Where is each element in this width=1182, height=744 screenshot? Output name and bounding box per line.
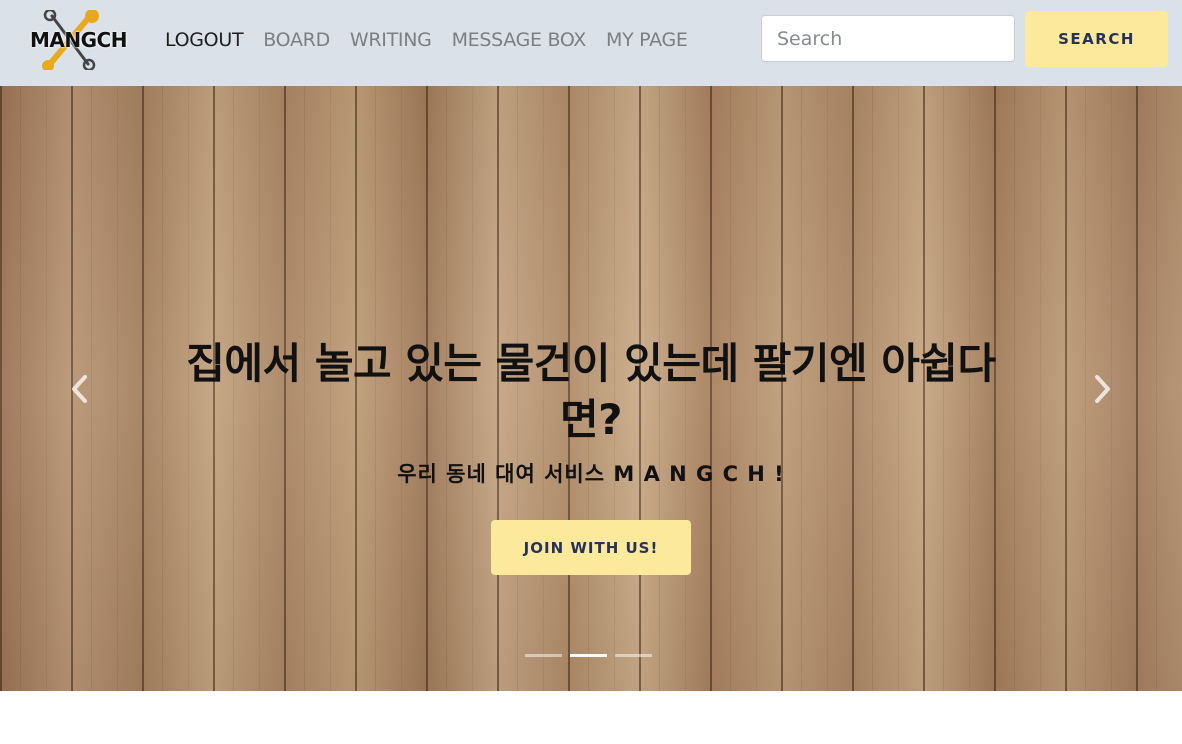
join-button[interactable]: JOIN WITH US!	[491, 520, 691, 575]
navbar: MANGCH LOGOUT BOARD WRITING MESSAGE BOX …	[0, 0, 1182, 86]
hero-subheadline: 우리 동네 대여 서비스 M A N G C H !	[397, 462, 785, 486]
chevron-left-icon	[72, 374, 87, 403]
carousel-prev-button[interactable]	[0, 86, 160, 691]
carousel-indicator-1[interactable]	[525, 654, 562, 657]
nav-link-board[interactable]: BOARD	[263, 28, 330, 52]
main-nav: LOGOUT BOARD WRITING MESSAGE BOX MY PAGE	[165, 28, 688, 52]
search-button[interactable]: SEARCH	[1025, 11, 1168, 67]
carousel-indicator-2[interactable]	[570, 654, 607, 657]
nav-link-my-page[interactable]: MY PAGE	[606, 28, 688, 52]
logo-text: MANGCH	[30, 28, 127, 52]
nav-link-logout[interactable]: LOGOUT	[165, 28, 244, 52]
nav-link-writing[interactable]: WRITING	[350, 28, 432, 52]
hero-carousel: 집에서 놀고 있는 물건이 있는데 팔기엔 아쉽다면? 우리 동네 대여 서비스…	[0, 86, 1182, 691]
carousel-indicators	[525, 654, 652, 657]
carousel-next-button[interactable]	[1022, 86, 1182, 691]
hero-headline: 집에서 놀고 있는 물건이 있는데 팔기엔 아쉽다면?	[186, 339, 996, 444]
logo[interactable]: MANGCH	[26, 10, 127, 70]
carousel-caption: 집에서 놀고 있는 물건이 있는데 팔기엔 아쉽다면? 우리 동네 대여 서비스…	[160, 336, 1022, 575]
nav-link-message-box[interactable]: MESSAGE BOX	[452, 28, 587, 52]
carousel-indicator-3[interactable]	[615, 654, 652, 657]
chevron-right-icon	[1095, 374, 1110, 403]
search-input[interactable]	[761, 15, 1015, 62]
